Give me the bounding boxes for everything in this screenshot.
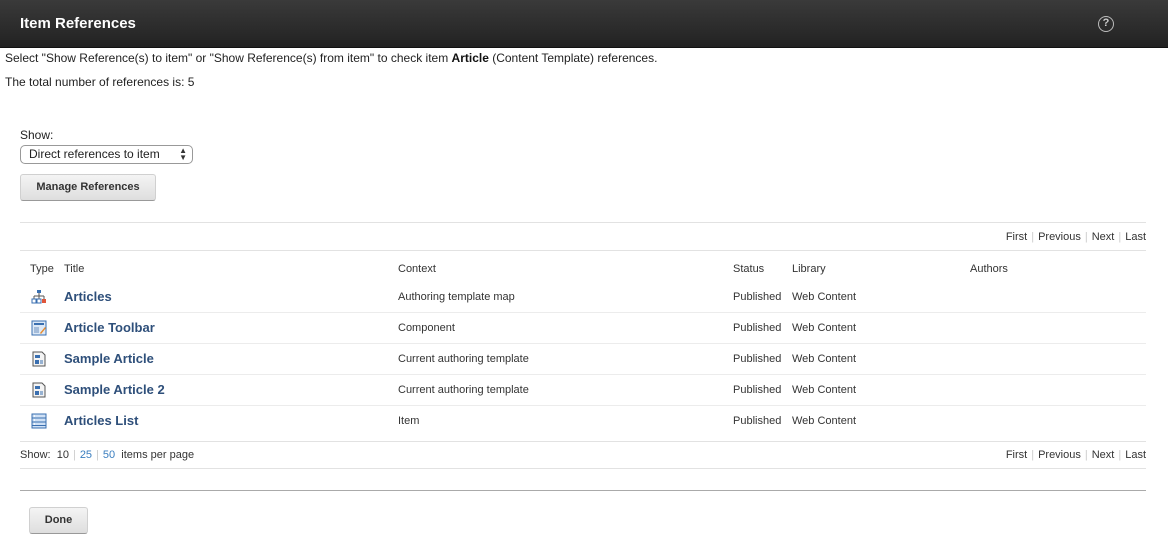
per-page-option-50[interactable]: 50 — [103, 449, 115, 461]
content-template-icon — [32, 351, 46, 367]
column-header-context: Context — [398, 263, 436, 275]
show-label: Show: — [20, 128, 54, 142]
pager-last[interactable]: Last — [1125, 231, 1146, 243]
row-library: Web Content — [792, 415, 857, 427]
page-title: Item References — [20, 15, 136, 32]
list-icon — [31, 413, 47, 429]
row-title-link[interactable]: Sample Article 2 — [64, 382, 165, 397]
row-status: Published — [733, 322, 782, 334]
template-map-icon — [31, 290, 46, 304]
column-header-library: Library — [792, 263, 826, 275]
row-status: Published — [733, 353, 782, 365]
column-header-title: Title — [64, 263, 85, 275]
pager-first[interactable]: First — [1006, 449, 1027, 461]
row-context: Component — [398, 322, 455, 334]
pager-next[interactable]: Next — [1092, 449, 1115, 461]
footer-divider — [20, 490, 1146, 491]
column-header-authors: Authors — [970, 263, 1008, 275]
row-library: Web Content — [792, 322, 857, 334]
row-context: Current authoring template — [398, 384, 529, 396]
table-row: Sample Article Current authoring templat… — [20, 344, 1146, 375]
pager-first[interactable]: First — [1006, 231, 1027, 243]
page-header: Item References ? — [0, 0, 1168, 48]
table-row: Sample Article 2 Current authoring templ… — [20, 375, 1146, 406]
intro-prefix: Select "Show Reference(s) to item" or "S… — [5, 51, 452, 65]
pager-top: First | Previous | Next | Last — [1005, 231, 1146, 243]
row-library: Web Content — [792, 353, 857, 365]
item-name: Article — [451, 51, 489, 65]
pager-last[interactable]: Last — [1125, 449, 1146, 461]
select-arrows-icon: ▲ ▼ — [179, 146, 187, 162]
show-select-value: Direct references to item — [29, 147, 160, 161]
done-button[interactable]: Done — [29, 507, 88, 534]
table-row: Articles List Item Published Web Content — [20, 406, 1146, 437]
row-status: Published — [733, 291, 782, 303]
total-references: The total number of references is: 5 — [5, 75, 195, 89]
row-title-link[interactable]: Articles — [64, 289, 112, 304]
column-header-status: Status — [733, 263, 765, 275]
per-page-label: Show: — [20, 449, 51, 461]
manage-references-button[interactable]: Manage References — [20, 174, 156, 201]
content-template-icon — [32, 382, 46, 398]
divider — [20, 468, 1146, 469]
row-title-link[interactable]: Sample Article — [64, 351, 154, 366]
component-icon — [31, 320, 47, 336]
row-context: Item — [398, 415, 420, 427]
row-title-link[interactable]: Article Toolbar — [64, 320, 155, 335]
divider — [20, 222, 1146, 223]
pager-bottom: First | Previous | Next | Last — [1005, 449, 1146, 461]
table-row: Article Toolbar Component Published Web … — [20, 313, 1146, 344]
divider — [20, 441, 1146, 442]
per-page-current: 10 — [56, 449, 69, 461]
intro-text: Select "Show Reference(s) to item" or "S… — [5, 51, 657, 65]
row-status: Published — [733, 415, 782, 427]
row-context: Current authoring template — [398, 353, 529, 365]
show-select[interactable]: Direct references to item ▲ ▼ — [20, 145, 193, 164]
row-status: Published — [733, 384, 782, 396]
row-library: Web Content — [792, 291, 857, 303]
intro-suffix: (Content Template) references. — [488, 51, 658, 65]
per-page-option-25[interactable]: 25 — [80, 449, 92, 461]
row-context: Authoring template map — [398, 291, 515, 303]
divider — [20, 250, 1146, 251]
row-title-link[interactable]: Articles List — [64, 413, 138, 428]
pager-previous[interactable]: Previous — [1038, 231, 1081, 243]
pager-previous[interactable]: Previous — [1038, 449, 1081, 461]
row-library: Web Content — [792, 384, 857, 396]
table-row: Articles Authoring template map Publishe… — [20, 282, 1146, 313]
help-icon[interactable]: ? — [1098, 16, 1114, 32]
items-per-page: Show: 10 | 25 | 50 items per page — [20, 449, 195, 461]
pager-next[interactable]: Next — [1092, 231, 1115, 243]
column-header-type: Type — [30, 263, 54, 275]
per-page-suffix: items per page — [121, 449, 195, 461]
